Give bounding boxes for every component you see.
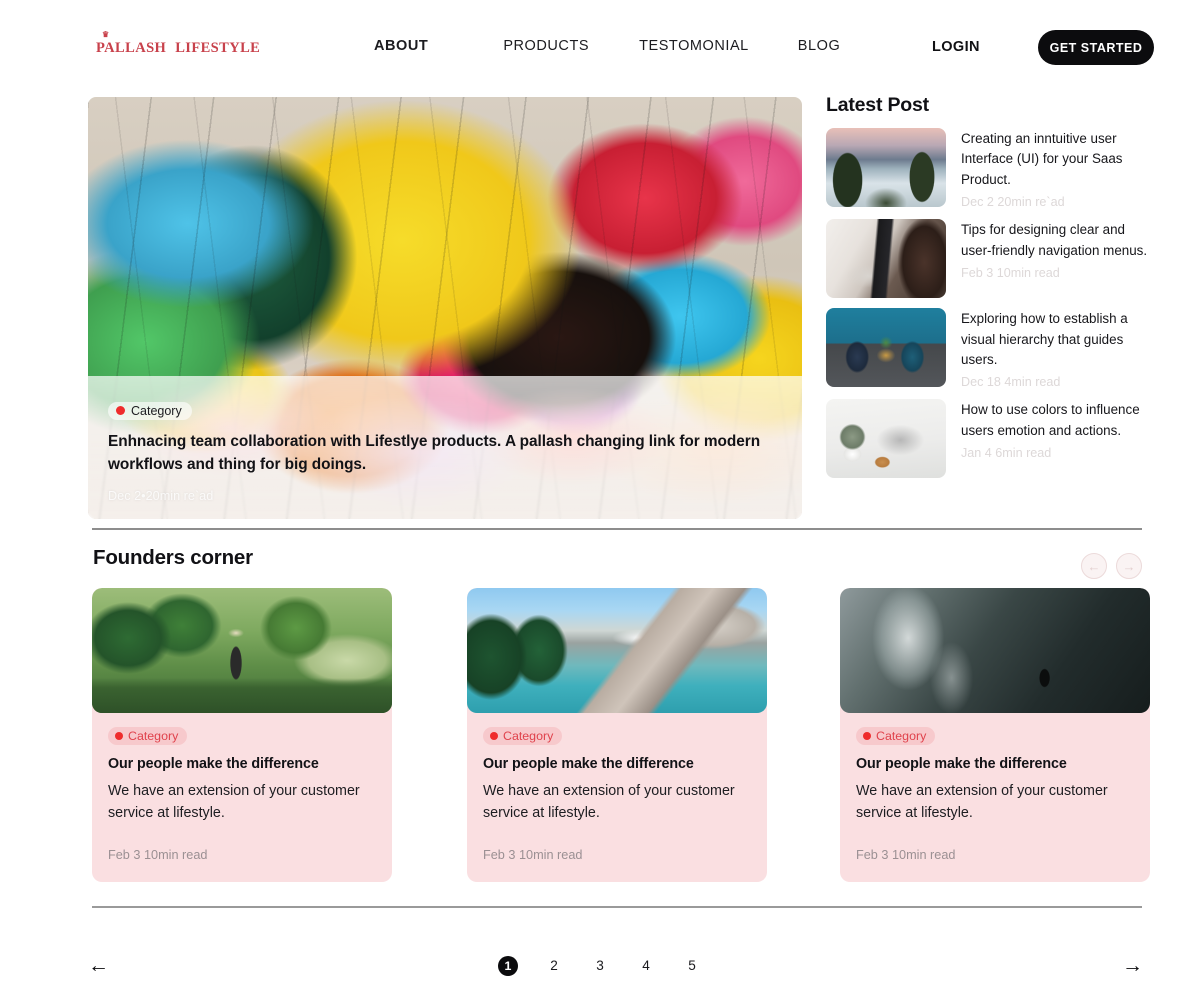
page-next-arrow[interactable]: → bbox=[1122, 955, 1143, 976]
login-link[interactable]: LOGIN bbox=[932, 39, 980, 55]
page-number-4[interactable]: 4 bbox=[636, 956, 656, 976]
post-thumbnail-laptop-image bbox=[826, 219, 946, 299]
card-description: We have an extension of your customer se… bbox=[483, 783, 735, 821]
list-item[interactable]: Category Our people make the difference … bbox=[467, 588, 767, 882]
founders-corner-heading: Founders corner bbox=[93, 546, 253, 569]
card-category-label: Category bbox=[503, 729, 554, 743]
post-meta: Feb 3 10min read bbox=[961, 265, 1060, 280]
site-header: ♛ PALLASH LIFESTYLE ABOUT PRODUCTS TESTO… bbox=[0, 0, 1200, 95]
card-description: We have an extension of your customer se… bbox=[856, 783, 1108, 821]
list-item[interactable]: How to use colors to influence users emo… bbox=[826, 399, 1156, 479]
red-dot-icon bbox=[863, 732, 871, 740]
carousel-nav: ← → bbox=[1081, 553, 1142, 579]
card-meta: Feb 3 10min read bbox=[483, 848, 583, 862]
post-title: Exploring how to establish a visual hier… bbox=[961, 311, 1128, 367]
list-item[interactable]: Creating an inntuitive user Interface (U… bbox=[826, 128, 1156, 209]
card-body: Category Our people make the difference … bbox=[840, 713, 1150, 824]
post-meta: Dec 2 20min re`ad bbox=[961, 195, 1065, 210]
hero-featured-post[interactable]: Category Enhnacing team collaboration wi… bbox=[88, 97, 802, 519]
list-item[interactable]: Category Our people make the difference … bbox=[840, 588, 1150, 882]
red-dot-icon bbox=[115, 732, 123, 740]
page-number-2[interactable]: 2 bbox=[544, 956, 564, 976]
page-number-1[interactable]: 1 bbox=[498, 956, 518, 976]
latest-post-heading: Latest Post bbox=[826, 94, 929, 116]
card-category-label: Category bbox=[128, 729, 179, 743]
post-text: Creating an inntuitive user Interface (U… bbox=[961, 128, 1156, 209]
brand-name-primary: PALLASH bbox=[96, 40, 167, 56]
hero-content: Category Enhnacing team collaboration wi… bbox=[108, 401, 798, 503]
post-title: Tips for designing clear and user-friend… bbox=[961, 222, 1148, 258]
brand-logo[interactable]: ♛ PALLASH LIFESTYLE bbox=[96, 31, 261, 57]
red-dot-icon bbox=[116, 406, 125, 416]
carousel-next-button[interactable]: → bbox=[1116, 553, 1142, 579]
post-thumbnail-basket-image bbox=[826, 399, 946, 479]
nav-item-testomonial[interactable]: TESTOMONIAL bbox=[639, 38, 749, 54]
list-item[interactable]: Tips for designing clear and user-friend… bbox=[826, 219, 1156, 299]
list-item[interactable]: Category Our people make the difference … bbox=[92, 588, 392, 882]
card-category-badge[interactable]: Category bbox=[108, 727, 188, 745]
card-image-mountain-lake bbox=[467, 588, 767, 713]
card-category-badge[interactable]: Category bbox=[856, 727, 936, 745]
brand-name-secondary: LIFESTYLE bbox=[175, 40, 261, 56]
card-category-badge[interactable]: Category bbox=[483, 727, 563, 745]
section-divider-bottom bbox=[92, 906, 1142, 908]
card-meta: Feb 3 10min read bbox=[856, 848, 956, 862]
card-title: Our people make the difference bbox=[856, 756, 1067, 772]
nav-item-products[interactable]: PRODUCTS bbox=[503, 38, 589, 54]
post-title: Creating an inntuitive user Interface (U… bbox=[961, 131, 1123, 187]
card-image-rice-field bbox=[92, 588, 392, 713]
page-number-3[interactable]: 3 bbox=[590, 956, 610, 976]
post-text: How to use colors to influence users emo… bbox=[961, 399, 1156, 478]
card-title: Our people make the difference bbox=[108, 756, 319, 772]
card-title: Our people make the difference bbox=[483, 756, 694, 772]
post-meta: Jan 4 6min read bbox=[961, 446, 1052, 460]
carousel-prev-button[interactable]: ← bbox=[1081, 553, 1107, 579]
card-description: We have an extension of your customer se… bbox=[108, 783, 360, 821]
card-body: Category Our people make the difference … bbox=[467, 713, 767, 824]
hero-category-label: Category bbox=[131, 403, 182, 418]
hero-category-badge[interactable]: Category bbox=[108, 401, 192, 420]
nav-item-blog[interactable]: BLOG bbox=[798, 38, 841, 54]
post-title: How to use colors to influence users emo… bbox=[961, 402, 1140, 438]
post-text: Tips for designing clear and user-friend… bbox=[961, 219, 1156, 298]
main-nav: ABOUT PRODUCTS TESTOMONIAL BLOG bbox=[374, 38, 840, 54]
red-dot-icon bbox=[490, 732, 498, 740]
card-category-label: Category bbox=[876, 729, 927, 743]
section-divider-top bbox=[92, 528, 1142, 530]
crown-icon: ♛ bbox=[102, 30, 110, 39]
arrow-right-icon: → bbox=[1122, 558, 1136, 574]
hero-meta: Dec 2•20min re`ad bbox=[108, 489, 214, 503]
post-thumbnail-mountain-image bbox=[826, 128, 946, 207]
card-body: Category Our people make the difference … bbox=[92, 713, 392, 824]
pagination: 1 2 3 4 5 bbox=[0, 956, 1200, 976]
list-item[interactable]: Exploring how to establish a visual hier… bbox=[826, 308, 1156, 389]
page-number-5[interactable]: 5 bbox=[682, 956, 702, 976]
card-meta: Feb 3 10min read bbox=[108, 848, 208, 862]
post-meta: Dec 18 4min read bbox=[961, 375, 1061, 390]
get-started-button[interactable]: GET STARTED bbox=[1038, 30, 1154, 65]
arrow-left-icon: ← bbox=[1087, 558, 1101, 574]
post-text: Exploring how to establish a visual hier… bbox=[961, 308, 1156, 389]
nav-item-about[interactable]: ABOUT bbox=[374, 38, 428, 54]
hero-title: Enhnacing team collaboration with Lifest… bbox=[108, 433, 761, 474]
page-root: ♛ PALLASH LIFESTYLE ABOUT PRODUCTS TESTO… bbox=[0, 0, 1200, 1003]
post-thumbnail-meeting-image bbox=[826, 308, 946, 388]
latest-post-panel: Latest Post Creating an inntuitive user … bbox=[826, 94, 1156, 488]
founders-card-list: Category Our people make the difference … bbox=[92, 588, 1150, 888]
card-image-waterfall bbox=[840, 588, 1150, 713]
